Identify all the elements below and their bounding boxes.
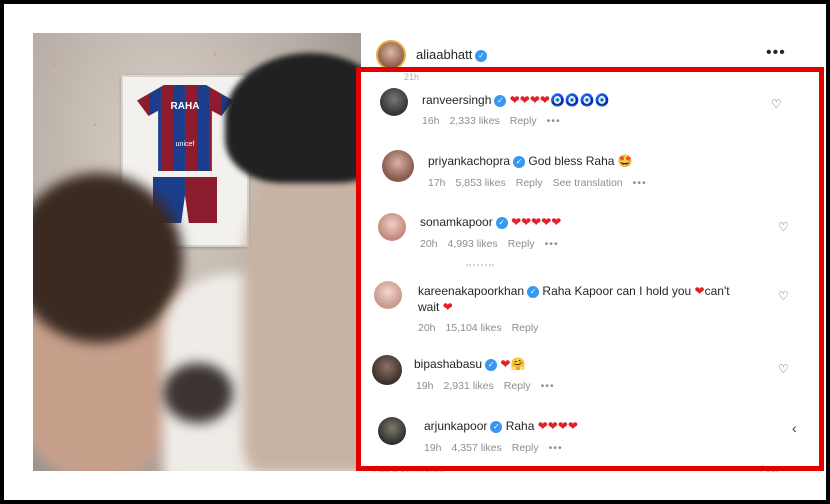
wall-dot	[213, 53, 216, 56]
post-photo: RAHA unicef	[33, 33, 361, 471]
wall-dot	[53, 63, 56, 66]
baby-figure	[163, 363, 233, 423]
post-author-avatar[interactable]	[376, 40, 406, 70]
post-author-name[interactable]: aliaabhatt	[416, 47, 472, 62]
post-more-options-button[interactable]: •••	[766, 44, 786, 62]
highlight-box	[356, 67, 824, 471]
verified-badge-icon: ✓	[475, 49, 488, 62]
jersey-name: RAHA	[170, 101, 200, 112]
jersey-sponsor: unicef	[175, 141, 195, 148]
post-author-username[interactable]: aliaabhatt ✓	[416, 47, 488, 62]
man-figure	[243, 153, 361, 471]
wall-dot	[93, 123, 96, 126]
jersey-shirt	[137, 85, 233, 171]
